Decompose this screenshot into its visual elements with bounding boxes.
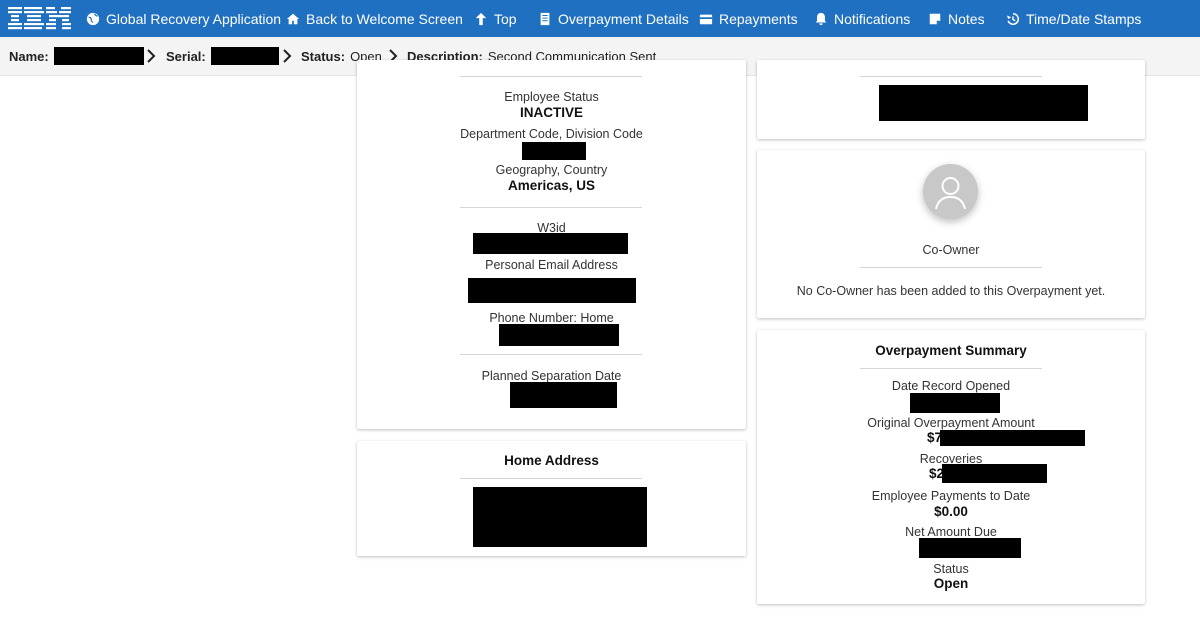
redacted-date-record-opened	[910, 393, 1000, 413]
co-owner-card: Co-Owner No Co-Owner has been added to t…	[757, 150, 1145, 318]
home-address-card: Home Address	[357, 441, 746, 556]
date-record-opened-label: Date Record Opened	[891, 379, 1011, 393]
bell-icon	[815, 12, 827, 25]
redacted-w3id	[473, 233, 628, 254]
home-address-title: Home Address	[504, 453, 599, 468]
planned-separation-date-label: Planned Separation Date	[481, 369, 622, 383]
status-label: Status	[933, 562, 969, 576]
no-co-owner-message: No Co-Owner has been added to this Overp…	[796, 284, 1106, 298]
nav-time-date-stamps[interactable]: Time/Date Stamps	[1006, 0, 1141, 37]
phone-number-label: Phone Number: Home	[489, 311, 614, 325]
nav-back-to-welcome-screen[interactable]: Back to Welcome Screen	[286, 0, 463, 37]
redacted-phone-number	[499, 324, 619, 346]
redacted-serial	[210, 47, 279, 65]
redacted-owner-info	[879, 85, 1088, 121]
nav-label: Repayments	[719, 10, 798, 27]
employee-payments-label: Employee Payments to Date	[871, 489, 1031, 503]
chevron-right-icon	[146, 37, 156, 75]
nav-label: Back to Welcome Screen	[306, 10, 463, 27]
divider	[460, 478, 642, 479]
co-owner-label: Co-Owner	[922, 243, 980, 257]
nav-label: Global Recovery Application	[106, 10, 282, 27]
nav-label: Top	[494, 10, 517, 27]
redacted-original-overpayment-amount	[940, 430, 1085, 446]
redacted-net-amount-due	[919, 538, 1021, 558]
employee-status-label: Employee Status	[504, 90, 599, 104]
status-label: Status:	[301, 48, 346, 64]
serial-label: Serial:	[166, 48, 206, 64]
redacted-home-address	[473, 487, 647, 547]
nav-label: Notes	[948, 10, 985, 27]
history-icon	[1006, 12, 1020, 25]
user-icon	[935, 177, 966, 210]
owner-card	[757, 60, 1145, 139]
net-amount-due-label: Net Amount Due	[905, 525, 997, 539]
divider	[460, 207, 642, 208]
nav-label: Time/Date Stamps	[1026, 10, 1142, 27]
breadcrumb-name[interactable]: Name:	[9, 37, 144, 75]
divider	[860, 368, 1042, 369]
employee-info-card: Employee Status INACTIVE Department Code…	[357, 60, 746, 429]
top-navigation-bar: Global Recovery Application Back to Welc…	[0, 0, 1200, 37]
redacted-recoveries	[942, 464, 1047, 483]
geography-label: Geography, Country	[495, 163, 608, 177]
wallet-icon	[699, 14, 713, 24]
chevron-right-icon	[282, 37, 292, 75]
employee-payments-value: $0.00	[934, 504, 968, 519]
overpayment-summary-card: Overpayment Summary Date Record Opened O…	[757, 330, 1145, 604]
home-icon	[286, 13, 300, 24]
nav-label: Notifications	[834, 10, 911, 27]
redacted-department-code	[522, 142, 586, 160]
geography-value: Americas, US	[507, 178, 596, 193]
overpayment-summary-title: Overpayment Summary	[875, 343, 1027, 358]
redacted-personal-email	[468, 278, 636, 303]
personal-email-label: Personal Email Address	[485, 258, 618, 272]
nav-overpayment-details[interactable]: Overpayment Details	[538, 0, 689, 37]
nav-global-recovery-application[interactable]: Global Recovery Application	[86, 0, 281, 37]
note-icon	[929, 13, 941, 24]
original-overpayment-amount-label: Original Overpayment Amount	[867, 416, 1035, 430]
breadcrumb-serial[interactable]: Serial:	[166, 37, 279, 75]
status-value: Open	[933, 576, 969, 591]
nav-label: Overpayment Details	[558, 10, 689, 27]
nav-repayments[interactable]: Repayments	[699, 0, 798, 37]
employee-status-value: INACTIVE	[519, 105, 583, 120]
nav-top[interactable]: Top	[474, 0, 517, 37]
redacted-planned-separation-date	[510, 382, 617, 408]
globe-icon	[86, 12, 100, 25]
redacted-name	[53, 47, 144, 65]
avatar	[923, 164, 978, 219]
divider	[460, 354, 642, 355]
department-code-label: Department Code, Division Code	[460, 127, 643, 141]
divider	[460, 76, 642, 77]
name-label: Name:	[9, 48, 49, 64]
divider	[860, 76, 1042, 77]
nav-notifications[interactable]: Notifications	[814, 0, 910, 37]
arrow-up-icon	[475, 12, 487, 25]
ibm-logo[interactable]	[8, 6, 72, 30]
divider	[860, 267, 1042, 268]
document-icon	[540, 12, 550, 25]
nav-notes[interactable]: Notes	[928, 0, 985, 37]
